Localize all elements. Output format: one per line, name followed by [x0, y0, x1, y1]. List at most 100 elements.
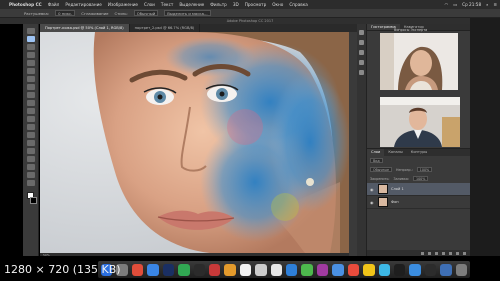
gradient-tool-icon[interactable]	[26, 116, 35, 122]
dock-app-icon[interactable]	[440, 263, 452, 276]
document-canvas[interactable]	[40, 32, 349, 253]
eraser-tool-icon[interactable]	[26, 108, 35, 114]
quick-select-tool-icon[interactable]	[26, 52, 35, 58]
properties-panel-icon[interactable]	[359, 40, 364, 45]
blend-mode-dropdown[interactable]: Обычные	[370, 167, 392, 172]
layer-thumbnail	[378, 184, 388, 194]
history-panel-icon[interactable]	[359, 30, 364, 35]
menu-item[interactable]: Изображение	[108, 2, 138, 7]
menu-item[interactable]: Справка	[289, 2, 307, 7]
lock-label: Закрепить:	[370, 176, 390, 181]
clone-stamp-tool-icon[interactable]	[26, 92, 35, 98]
dock-app-icon[interactable]	[332, 263, 344, 276]
hand-tool-icon[interactable]	[26, 172, 35, 178]
eyedropper-tool-icon[interactable]	[26, 68, 35, 74]
webcam-video-presenter	[380, 33, 458, 90]
dock-app-icon[interactable]	[208, 263, 221, 276]
menu-item[interactable]: Файл	[48, 2, 60, 7]
trash-icon[interactable]	[463, 251, 466, 255]
new-group-icon[interactable]	[449, 251, 452, 255]
menu-item[interactable]: Редактирование	[65, 2, 102, 7]
lock-row: Закрепить: Заливка: 100%	[367, 174, 470, 183]
panel-icon-strip	[357, 24, 367, 256]
history-brush-tool-icon[interactable]	[26, 100, 35, 106]
adjustment-layer-icon[interactable]	[442, 251, 445, 255]
dock-app-icon[interactable]	[409, 263, 421, 276]
marquee-tool-icon[interactable]	[26, 36, 35, 42]
opacity-label: Непрозр.:	[395, 167, 413, 172]
style-label: Стиль:	[114, 10, 128, 16]
layer-filter-row: Вид	[367, 156, 470, 165]
layers-panel-tabs: Слои Каналы Контуры	[367, 149, 470, 156]
dock-app-icon[interactable]	[316, 263, 329, 276]
tab-paths[interactable]: Контуры	[407, 149, 431, 156]
select-and-mask-button[interactable]: Выделить и маска...	[164, 10, 211, 16]
dock-app-icon[interactable]	[193, 263, 205, 276]
background-color-swatch[interactable]	[29, 197, 37, 204]
zoom-tool-icon[interactable]	[26, 180, 35, 186]
tab-layers[interactable]: Слои	[367, 149, 385, 156]
dock-app-icon[interactable]	[239, 263, 252, 276]
menu-list-icon[interactable]: ≡	[493, 2, 497, 7]
dock-app-icon[interactable]	[255, 263, 267, 276]
menu-item[interactable]: Текст	[161, 2, 173, 7]
opacity-input[interactable]: 100%	[416, 167, 433, 172]
layer-row[interactable]: ◉ Слой 1	[367, 183, 470, 196]
menu-item[interactable]: Фильтр	[210, 2, 227, 7]
visibility-eye-icon[interactable]: ◉	[370, 187, 375, 192]
pen-tool-icon[interactable]	[26, 140, 35, 146]
menu-item[interactable]: Окно	[272, 2, 283, 7]
doc-tab-active[interactable]: Портрет-кожа.psd @ 50% (Слой 1, RGB/8)	[40, 24, 130, 32]
dock-app-icon[interactable]	[162, 263, 175, 276]
dock-app-icon[interactable]	[147, 263, 159, 276]
dock-app-icon[interactable]	[270, 263, 283, 276]
mask-icon[interactable]	[435, 251, 438, 255]
crop-tool-icon[interactable]	[26, 60, 35, 66]
link-layers-icon[interactable]	[421, 251, 424, 255]
healing-brush-tool-icon[interactable]	[26, 76, 35, 82]
menu-item[interactable]: Выделение	[179, 2, 204, 7]
menu-item[interactable]: Просмотр	[245, 2, 267, 7]
dock-app-icon[interactable]	[363, 263, 375, 276]
fill-input[interactable]: 100%	[412, 176, 429, 181]
dock-app-icon[interactable]	[224, 263, 236, 276]
adjustments-panel-icon[interactable]	[359, 50, 364, 55]
menu-item[interactable]: 3D	[233, 2, 239, 7]
visibility-eye-icon[interactable]: ◉	[370, 200, 375, 205]
antialias-checkbox[interactable]: Сглаживание	[81, 11, 108, 16]
brushes-panel-icon[interactable]	[359, 70, 364, 75]
dock-app-icon[interactable]	[394, 263, 406, 276]
new-layer-icon[interactable]	[456, 251, 459, 255]
blur-tool-icon[interactable]	[26, 124, 35, 130]
dock-app-icon[interactable]	[286, 263, 298, 276]
layer-row[interactable]: ◉ Фон	[367, 196, 470, 209]
fx-icon[interactable]	[428, 251, 431, 255]
dock-app-icon[interactable]	[301, 263, 313, 276]
dock-app-icon[interactable]	[131, 263, 144, 276]
brush-tool-icon[interactable]	[26, 84, 35, 90]
tab-channels[interactable]: Каналы	[384, 149, 406, 156]
wifi-icon[interactable]: ◠	[445, 2, 449, 7]
lasso-tool-icon[interactable]	[26, 44, 35, 50]
shape-tool-icon[interactable]	[26, 164, 35, 170]
type-tool-icon[interactable]	[26, 148, 35, 154]
path-select-tool-icon[interactable]	[26, 156, 35, 162]
dock-app-icon[interactable]	[347, 263, 360, 276]
dodge-tool-icon[interactable]	[26, 132, 35, 138]
style-dropdown[interactable]: Обычный	[133, 10, 159, 16]
clock[interactable]: Ср 21:58	[462, 2, 481, 7]
battery-icon[interactable]: ▭	[453, 2, 457, 7]
layer-filter-dropdown[interactable]: Вид	[370, 158, 383, 163]
feather-input[interactable]: 0 пикс.	[55, 10, 76, 16]
dock-app-icon[interactable]	[424, 263, 437, 276]
swatches-panel-icon[interactable]	[359, 60, 364, 65]
menu-item[interactable]: Слои	[144, 2, 155, 7]
doc-tab[interactable]: портрет_2.psd @ 66.7% (RGB/8)	[130, 24, 201, 32]
search-icon[interactable]: ⌕	[486, 2, 488, 7]
dock-app-icon[interactable]	[378, 263, 391, 276]
app-menu[interactable]: Photoshop CC	[9, 2, 42, 7]
dock-app-icon[interactable]	[178, 263, 190, 276]
document-tabs: Портрет-кожа.psd @ 50% (Слой 1, RGB/8) п…	[40, 24, 357, 32]
move-tool-icon[interactable]	[26, 28, 35, 34]
dock-app-icon[interactable]	[455, 263, 468, 276]
